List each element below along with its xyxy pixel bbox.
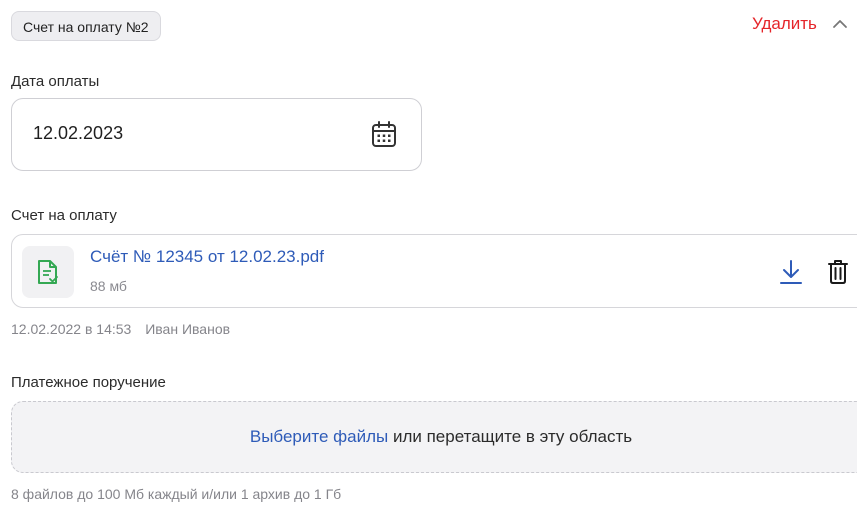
payment-date-value: 12.02.2023 [33, 123, 124, 143]
file-name-link[interactable]: Счёт № 12345 от 12.02.23.pdf [90, 247, 324, 267]
payment-date-label: Дата оплаты [11, 73, 100, 90]
payment-order-label: Платежное поручение [11, 374, 166, 391]
delete-button[interactable]: Удалить [752, 14, 817, 34]
file-check-icon [38, 260, 58, 284]
choose-files-link[interactable]: Выберите файлы [250, 427, 388, 446]
invoice-number-badge: Счет на оплату №2 [11, 11, 161, 41]
invoice-label: Счет на оплату [11, 207, 117, 224]
calendar-icon[interactable] [370, 120, 398, 150]
chevron-up-icon[interactable] [830, 16, 850, 32]
payment-date-field[interactable]: 12.02.2023 [11, 98, 422, 171]
uploader-name: Иван Иванов [145, 321, 231, 337]
file-size: 88 мб [90, 278, 127, 294]
trash-icon[interactable] [827, 258, 849, 285]
dropzone-text: или перетащите в эту область [388, 427, 633, 446]
download-icon[interactable] [779, 259, 803, 285]
invoice-file-card: Счёт № 12345 от 12.02.23.pdf 88 мб [11, 234, 857, 308]
upload-timestamp: 12.02.2022 в 14:53 [11, 321, 132, 337]
file-thumbnail [22, 246, 74, 298]
upload-meta: 12.02.2022 в 14:53 Иван Иванов [11, 321, 230, 337]
upload-limits-hint: 8 файлов до 100 Мб каждый и/или 1 архив … [11, 486, 342, 502]
file-dropzone[interactable]: Выберите файлы или перетащите в эту обла… [11, 401, 857, 473]
